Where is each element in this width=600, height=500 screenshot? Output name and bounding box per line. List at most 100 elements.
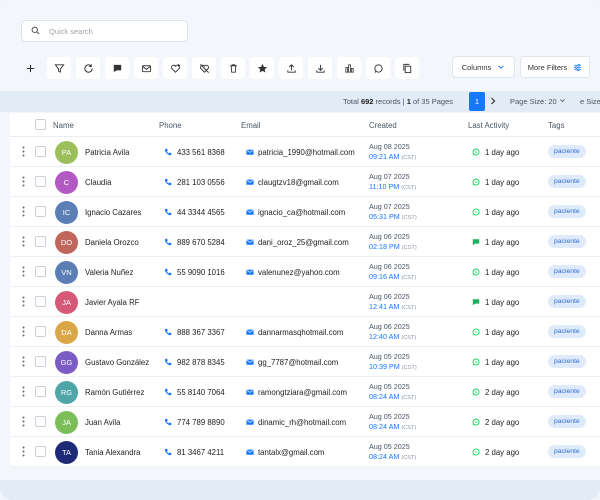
contact-phone[interactable]: 888 367 3367 [177,328,225,337]
contact-email[interactable]: dannarmasqhotmail.com [258,328,343,337]
contact-phone[interactable]: 55 8140 7064 [177,388,225,397]
column-header-name[interactable]: Name [53,121,74,130]
contact-email[interactable]: gg_7787@hotmail.com [258,358,338,367]
contact-name[interactable]: Gustavo González [85,358,149,367]
row-checkbox[interactable] [35,206,46,217]
tag-badge[interactable]: paciente [548,295,586,308]
columns-button[interactable]: Columns [452,56,515,78]
row-checkbox[interactable] [35,446,46,457]
row-checkbox[interactable] [35,386,46,397]
contact-name[interactable]: Patricia Avila [85,148,130,157]
trash-icon[interactable] [221,57,245,79]
star-icon[interactable] [250,57,274,79]
drag-handle-icon[interactable] [22,146,25,157]
tag-badge[interactable]: paciente [548,175,586,188]
copy-icon[interactable] [395,57,419,79]
more-filters-button[interactable]: More Filters [520,56,590,78]
contact-phone[interactable]: 55 9090 1016 [177,268,225,277]
drag-handle-icon[interactable] [22,356,25,367]
tag-badge[interactable]: paciente [548,325,586,338]
row-checkbox[interactable] [35,356,46,367]
table-row[interactable]: PA Patricia Avila 433 561 8368 patricia_… [10,137,600,167]
chevron-right-icon[interactable] [489,96,497,106]
table-row[interactable]: GG Gustavo González 982 878 8345 gg_7787… [10,347,600,377]
row-checkbox[interactable] [35,416,46,427]
tag-badge[interactable]: paciente [548,145,586,158]
contact-name[interactable]: Claudia [85,178,111,187]
contact-name[interactable]: Tania Alexandra [85,448,140,457]
row-checkbox[interactable] [35,296,46,307]
contact-name[interactable]: Juan Avila [85,418,120,427]
chat-icon[interactable] [105,57,129,79]
column-header-tags[interactable]: Tags [548,121,564,130]
tag-badge[interactable]: paciente [548,355,586,368]
page-size-select[interactable]: Page Size: 20 [510,97,566,106]
contact-name[interactable]: Danna Armas [85,328,132,337]
tag-badge[interactable]: paciente [548,265,586,278]
tag-badge[interactable]: paciente [548,205,586,218]
contact-name[interactable]: Valeria Nuñez [85,268,133,277]
upload-icon[interactable] [279,57,303,79]
table-row[interactable]: VN Valeria Nuñez 55 9090 1016 valenunez@… [10,257,600,287]
drag-handle-icon[interactable] [22,386,25,397]
column-header-last-activity[interactable]: Last Activity [468,121,509,130]
contact-phone[interactable]: 81 3467 4211 [177,448,224,457]
contact-email[interactable]: dinamic_rh@hotmail.com [258,418,346,427]
drag-handle-icon[interactable] [22,296,25,307]
drag-handle-icon[interactable] [22,416,25,427]
row-checkbox[interactable] [35,326,46,337]
contact-phone[interactable]: 433 561 8368 [177,148,225,157]
contact-name[interactable]: Javier Ayala RF [85,298,139,307]
heart-add-icon[interactable] [163,57,187,79]
table-row[interactable]: DO Daniela Orozco 889 670 5284 dani_oroz… [10,227,600,257]
page-button-current[interactable]: 1 [469,92,485,111]
tag-badge[interactable]: paciente [548,415,586,428]
table-row[interactable]: JA Juan Avila 774 789 8890 dinamic_rh@ho… [10,407,600,437]
contact-name[interactable]: Ramón Gutiérrez [85,388,144,397]
contact-email[interactable]: tantalx@gmail.com [258,448,324,457]
refresh-icon[interactable] [76,57,100,79]
column-header-created[interactable]: Created [369,121,397,130]
table-row[interactable]: DA Danna Armas 888 367 3367 dannarmasqho… [10,317,600,347]
contact-email[interactable]: patricia_1990@hotmail.com [258,148,355,157]
contact-email[interactable]: dani_oroz_25@gmail.com [258,238,349,247]
contact-phone[interactable]: 281 103 0556 [177,178,225,187]
contact-email[interactable]: ignacio_ca@hotmail.com [258,208,345,217]
table-row[interactable]: RG Ramón Gutiérrez 55 8140 7064 ramongtz… [10,377,600,407]
contact-phone[interactable]: 889 670 5284 [177,238,225,247]
download-icon[interactable] [308,57,332,79]
contact-phone[interactable]: 982 878 8345 [177,358,225,367]
table-row[interactable]: TA Tania Alexandra 81 3467 4211 tantalx@… [10,437,600,467]
column-header-email[interactable]: Email [241,121,261,130]
drag-handle-icon[interactable] [22,326,25,337]
table-row[interactable]: JA Javier Ayala RF Aug 06 2025 12:41 AM … [10,287,600,317]
contact-email[interactable]: ramongtziara@gmail.com [258,388,347,397]
contact-email[interactable]: valenunez@yahoo.com [258,268,340,277]
whatsapp-icon[interactable] [366,57,390,79]
heart-remove-icon[interactable] [192,57,216,79]
drag-handle-icon[interactable] [22,266,25,277]
drag-handle-icon[interactable] [22,446,25,457]
plus-icon[interactable] [18,57,42,79]
drag-handle-icon[interactable] [22,206,25,217]
drag-handle-icon[interactable] [22,176,25,187]
select-all-checkbox[interactable] [35,119,46,130]
row-checkbox[interactable] [35,236,46,247]
row-checkbox[interactable] [35,176,46,187]
table-row[interactable]: IC Ignacio Cazares 44 3344 4565 ignacio_… [10,197,600,227]
tag-badge[interactable]: paciente [548,235,586,248]
row-checkbox[interactable] [35,146,46,157]
contact-name[interactable]: Daniela Orozco [85,238,139,247]
contact-phone[interactable]: 774 789 8890 [177,418,225,427]
chart-icon[interactable] [337,57,361,79]
table-row[interactable]: C Claudia 281 103 0556 claugtzv18@gmail.… [10,167,600,197]
search-box[interactable] [21,20,188,42]
tag-badge[interactable]: paciente [548,445,586,458]
filter-icon[interactable] [47,57,71,79]
contact-phone[interactable]: 44 3344 4565 [177,208,225,217]
row-checkbox[interactable] [35,266,46,277]
mail-icon[interactable] [134,57,158,79]
drag-handle-icon[interactable] [22,236,25,247]
contact-name[interactable]: Ignacio Cazares [85,208,141,217]
tag-badge[interactable]: paciente [548,385,586,398]
